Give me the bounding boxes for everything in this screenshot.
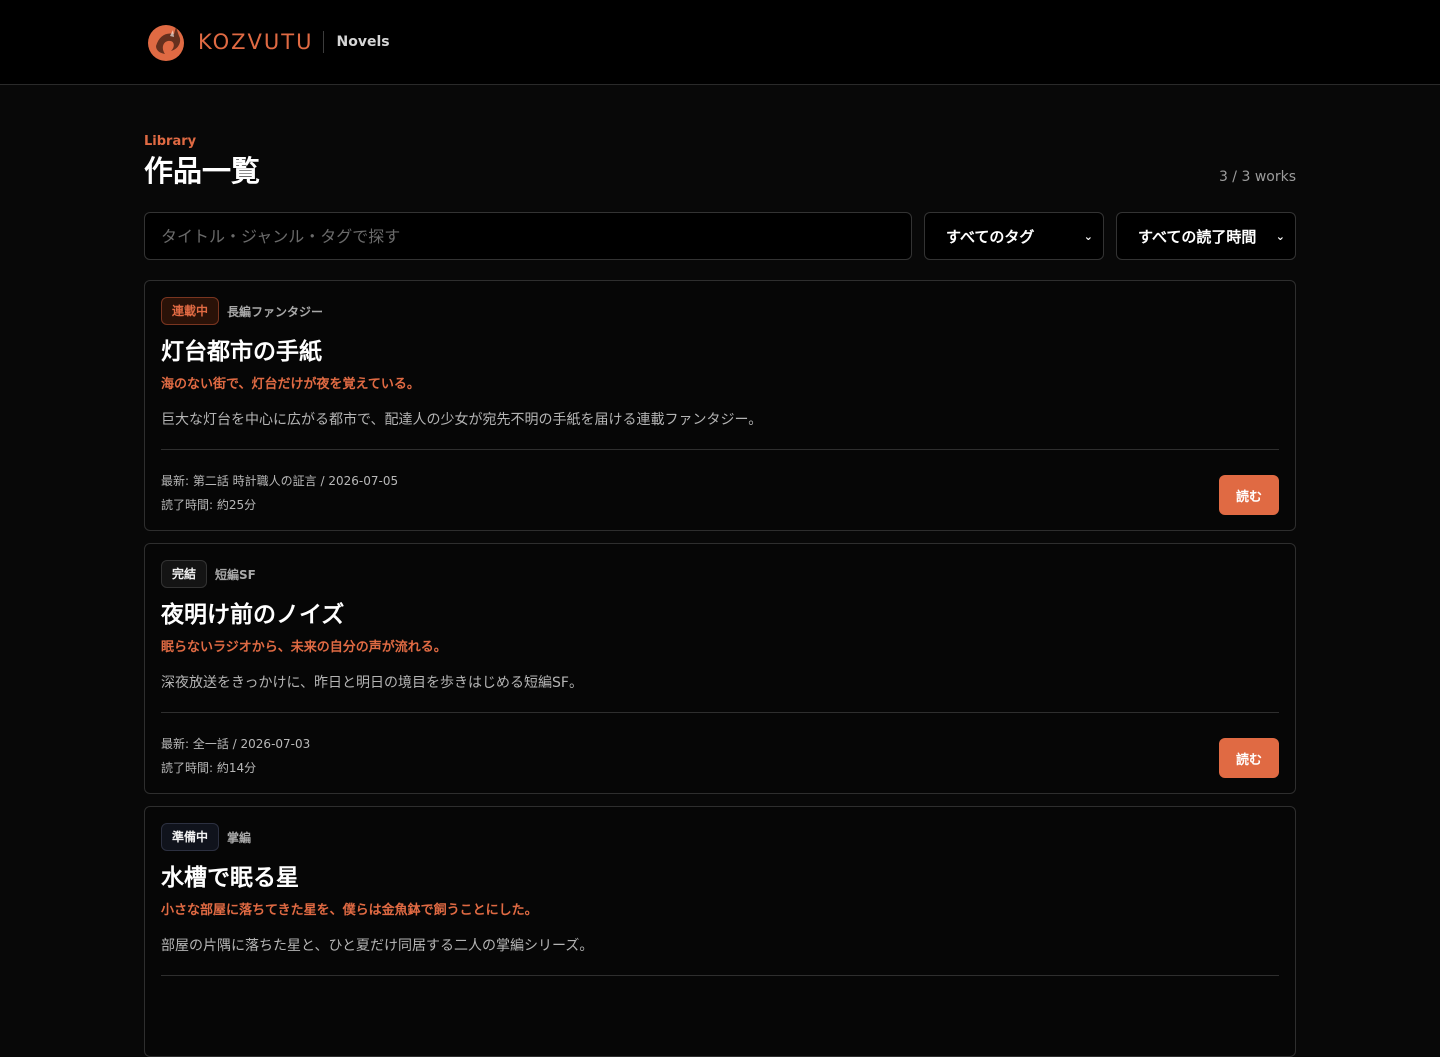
status-badge: 連載中	[161, 297, 220, 325]
work-title[interactable]: 水槽で眠る星	[161, 863, 1279, 893]
genre-label: 短編SF	[215, 567, 256, 582]
card-divider	[161, 975, 1279, 976]
work-description: 深夜放送をきっかけに、昨日と明日の境目を歩きはじめる短編SF。	[161, 675, 583, 691]
chevron-down-icon: ⌄	[1083, 229, 1093, 243]
work-tags: 完結 短編SF	[161, 560, 1279, 588]
work-tags: 連載中 長編ファンタジー	[161, 297, 1279, 325]
brand-name: KOZVUTU	[198, 30, 314, 54]
work-tagline: 小さな部屋に落ちてきた星を、僕らは金魚鉢で飼うことにした。	[161, 903, 538, 918]
latest-episode: 最新: 全一話 / 2026-07-03	[161, 737, 311, 751]
read-time-filter-select[interactable]: すべての読了時間 ⌄	[1116, 212, 1296, 260]
work-description: 巨大な灯台を中心に広がる都市で、配達人の少女が宛先不明の手紙を届ける連載ファンタ…	[161, 412, 763, 428]
library-main: Library 作品一覧 3 / 3 works すべてのタグ ⌄ すべての読了…	[144, 134, 1296, 1057]
fox-logo-icon	[148, 25, 184, 61]
tag-filter-value: すべてのタグ	[946, 227, 1035, 246]
status-badge: 準備中	[161, 823, 220, 851]
read-time-filter-value: すべての読了時間	[1138, 227, 1257, 246]
read-time: 読了時間: 約25分	[161, 498, 257, 512]
top-bar: KOZVUTU Novels	[0, 0, 1440, 85]
read-button[interactable]: 読む	[1219, 738, 1279, 778]
brand-divider	[323, 31, 325, 53]
library-eyebrow: Library	[144, 134, 197, 149]
genre-label: 長編ファンタジー	[227, 304, 324, 319]
work-card[interactable]: 準備中 掌編 水槽で眠る星 小さな部屋に落ちてきた星を、僕らは金魚鉢で飼うことに…	[144, 806, 1296, 1057]
status-badge: 完結	[161, 560, 208, 588]
page-title: 作品一覧	[144, 154, 261, 188]
works-count: 3 / 3 works	[1218, 169, 1296, 185]
read-button[interactable]: 読む	[1219, 475, 1279, 515]
tag-filter-select[interactable]: すべてのタグ ⌄	[924, 212, 1104, 260]
work-tags: 準備中 掌編	[161, 823, 1279, 851]
work-description: 部屋の片隅に落ちた星と、ひと夏だけ同居する二人の掌編シリーズ。	[161, 938, 594, 954]
latest-episode: 最新: 第二話 時計職人の証言 / 2026-07-05	[161, 474, 399, 488]
work-tagline: 海のない街で、灯台だけが夜を覚えている。	[161, 377, 420, 392]
work-footer: 最新: 全一話 / 2026-07-03 読了時間: 約14分 読む	[161, 713, 1279, 780]
work-title[interactable]: 灯台都市の手紙	[161, 337, 1279, 367]
search-input[interactable]	[144, 212, 912, 260]
work-tagline: 眠らないラジオから、未来の自分の声が流れる。	[161, 640, 447, 655]
brand-section-label[interactable]: Novels	[336, 34, 389, 50]
work-card[interactable]: 完結 短編SF 夜明け前のノイズ 眠らないラジオから、未来の自分の声が流れる。 …	[144, 543, 1296, 794]
title-row: 作品一覧 3 / 3 works	[144, 153, 1296, 189]
filter-bar: すべてのタグ ⌄ すべての読了時間 ⌄	[144, 212, 1296, 260]
read-time: 読了時間: 約14分	[161, 761, 257, 775]
work-card[interactable]: 連載中 長編ファンタジー 灯台都市の手紙 海のない街で、灯台だけが夜を覚えている…	[144, 280, 1296, 531]
work-footer: 最新: 第二話 時計職人の証言 / 2026-07-05 読了時間: 約25分 …	[161, 450, 1279, 517]
brand[interactable]: KOZVUTU Novels	[146, 22, 390, 62]
work-title[interactable]: 夜明け前のノイズ	[161, 600, 1279, 630]
genre-label: 掌編	[227, 830, 252, 845]
chevron-down-icon: ⌄	[1275, 229, 1285, 243]
